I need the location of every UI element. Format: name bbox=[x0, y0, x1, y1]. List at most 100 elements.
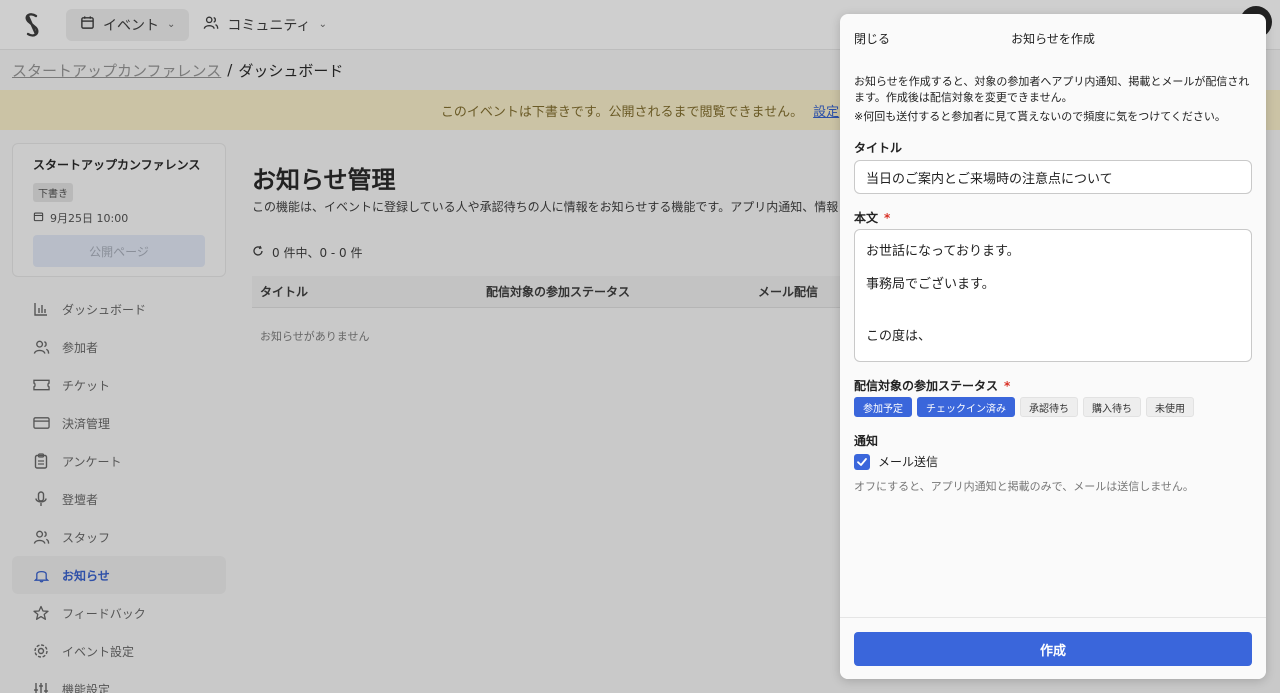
page-title: お知らせ管理 bbox=[252, 166, 396, 194]
sidebar: ダッシュボード 参加者 チケット 決済管理 アンケート 登壇者 スタッフ お知ら… bbox=[12, 290, 226, 693]
sidebar-item-label: 決済管理 bbox=[62, 416, 111, 431]
sidebar-item-feature-settings[interactable]: 機能設定 bbox=[12, 670, 226, 693]
body-label: 本文 * bbox=[854, 209, 890, 226]
sidebar-item-staff[interactable]: スタッフ bbox=[12, 518, 226, 556]
close-button[interactable]: 閉じる bbox=[854, 30, 890, 47]
microphone-icon bbox=[32, 490, 50, 508]
required-mark: * bbox=[884, 211, 891, 225]
email-hint: オフにすると、アプリ内通知と掲載のみで、メールは送信しません。 bbox=[854, 480, 1194, 493]
email-checkbox-label: メール送信 bbox=[878, 455, 939, 469]
status-label-text: 配信対象の参加ステータス bbox=[854, 379, 999, 393]
body-label-text: 本文 bbox=[854, 211, 879, 225]
nav-community[interactable]: コミュニティ ⌄ bbox=[189, 9, 341, 41]
breadcrumb-event-link[interactable]: スタートアップカンファレンス bbox=[12, 60, 221, 81]
gear-icon bbox=[32, 642, 50, 660]
event-date: 9月25日 10:00 bbox=[33, 210, 205, 226]
breadcrumb: スタートアップカンファレンス / ダッシュボード bbox=[12, 58, 343, 82]
check-icon bbox=[857, 457, 867, 466]
body-line: お世話になっております。 bbox=[866, 244, 1020, 259]
star-icon bbox=[32, 604, 50, 622]
nav-events-label: イベント bbox=[103, 17, 159, 34]
bell-icon bbox=[32, 566, 50, 584]
event-card: スタートアップカンファレンス 下書き 9月25日 10:00 公開ページ bbox=[12, 143, 226, 277]
status-label: 配信対象の参加ステータス * bbox=[854, 377, 1010, 394]
nav-events[interactable]: イベント ⌄ bbox=[66, 8, 190, 41]
sidebar-item-dashboard[interactable]: ダッシュボード bbox=[12, 290, 226, 328]
body-textarea[interactable]: お世話になっております。 事務局でございます。 この度は、 bbox=[854, 229, 1252, 362]
breadcrumb-current: ダッシュボード bbox=[238, 61, 344, 80]
status-option-checked-in[interactable]: チェックイン済み bbox=[917, 397, 1015, 417]
sidebar-item-label: お知らせ bbox=[62, 568, 110, 583]
body-line: この度は、 bbox=[866, 329, 932, 344]
title-label: タイトル bbox=[854, 139, 902, 156]
sidebar-item-survey[interactable]: アンケート bbox=[12, 442, 226, 480]
sidebar-item-payments[interactable]: 決済管理 bbox=[12, 404, 226, 442]
bar-chart-icon bbox=[32, 300, 50, 318]
sidebar-item-label: フィードバック bbox=[62, 606, 146, 621]
breadcrumb-separator: / bbox=[227, 61, 233, 79]
sidebar-item-tickets[interactable]: チケット bbox=[12, 366, 226, 404]
dialog-footer: 作成 bbox=[840, 617, 1266, 679]
status-badge: 下書き bbox=[33, 183, 73, 202]
sidebar-item-label: スタッフ bbox=[62, 530, 111, 545]
chevron-down-icon: ⌄ bbox=[167, 19, 176, 30]
title-input[interactable]: 当日のご案内とご来場時の注意点について bbox=[854, 160, 1252, 194]
sidebar-item-speakers[interactable]: 登壇者 bbox=[12, 480, 226, 518]
credit-card-icon bbox=[32, 414, 50, 432]
result-count-text: 0 件中、0 - 0 件 bbox=[272, 246, 363, 260]
users-icon bbox=[32, 338, 50, 356]
notify-label: 通知 bbox=[854, 432, 878, 449]
status-option-pending-approval[interactable]: 承認待ち bbox=[1020, 397, 1078, 417]
sliders-icon bbox=[32, 680, 50, 693]
public-page-button[interactable]: 公開ページ bbox=[33, 235, 205, 267]
nav-community-label: コミュニティ bbox=[227, 17, 311, 34]
column-header-title[interactable]: タイトル bbox=[260, 283, 308, 300]
event-date-text: 9月25日 10:00 bbox=[50, 212, 129, 225]
create-announcement-dialog: お知らせを作成 閉じる お知らせを作成すると、対象の参加者へアプリ内通知、掲載と… bbox=[840, 14, 1266, 679]
notify-label-text: 通知 bbox=[854, 434, 879, 448]
refresh-icon[interactable] bbox=[252, 245, 264, 260]
body-line bbox=[866, 306, 1240, 307]
sidebar-item-label: 登壇者 bbox=[62, 492, 99, 507]
sidebar-item-label: 参加者 bbox=[62, 340, 99, 355]
calendar-icon bbox=[80, 15, 95, 34]
title-label-text: タイトル bbox=[854, 141, 903, 155]
result-count: 0 件中、0 - 0 件 bbox=[252, 244, 363, 261]
title-input-value: 当日のご案内とご来場時の注意点について bbox=[866, 171, 1113, 187]
sidebar-item-label: チケット bbox=[62, 378, 111, 393]
status-option-unused[interactable]: 未使用 bbox=[1146, 397, 1194, 417]
chevron-down-icon: ⌄ bbox=[318, 19, 327, 30]
sidebar-item-announcements[interactable]: お知らせ bbox=[12, 556, 226, 594]
staff-icon bbox=[32, 528, 50, 546]
status-selector: 参加予定 チェックイン済み 承認待ち 購入待ち 未使用 bbox=[854, 397, 1194, 417]
settings-link[interactable]: 設定 bbox=[813, 101, 839, 120]
create-button[interactable]: 作成 bbox=[854, 632, 1252, 666]
empty-message: お知らせがありません bbox=[260, 330, 370, 343]
sidebar-item-participants[interactable]: 参加者 bbox=[12, 328, 226, 366]
status-option-pending-purchase[interactable]: 購入待ち bbox=[1083, 397, 1141, 417]
ticket-icon bbox=[32, 376, 50, 394]
clipboard-icon bbox=[32, 452, 50, 470]
dialog-title: お知らせを作成 bbox=[1011, 32, 1095, 46]
sidebar-item-label: ダッシュボード bbox=[62, 302, 147, 317]
column-header-status[interactable]: 配信対象の参加ステータス bbox=[486, 283, 630, 300]
page-description: この機能は、イベントに登録している人や承認待ちの人に情報をお知らせする機能です。… bbox=[252, 200, 839, 214]
status-option-attending[interactable]: 参加予定 bbox=[854, 397, 912, 417]
users-icon bbox=[203, 15, 219, 34]
email-checkbox-row[interactable]: メール送信 bbox=[854, 453, 938, 470]
required-mark: * bbox=[1004, 379, 1011, 393]
frequency-warning: ※何回も送付すると参加者に見て貰えないので頻度に気をつけてください。 bbox=[854, 110, 1226, 123]
sidebar-item-label: イベント設定 bbox=[62, 644, 135, 659]
logo-icon[interactable] bbox=[20, 11, 44, 39]
table-header: タイトル 配信対象の参加ステータス メール配信 bbox=[252, 276, 840, 308]
event-name: スタートアップカンファレンス bbox=[33, 158, 201, 172]
sidebar-item-label: アンケート bbox=[62, 454, 122, 469]
sidebar-item-feedback[interactable]: フィードバック bbox=[12, 594, 226, 632]
email-checkbox[interactable] bbox=[854, 453, 870, 470]
column-header-email[interactable]: メール配信 bbox=[758, 283, 818, 300]
body-line: 事務局でございます。 bbox=[866, 277, 995, 292]
sidebar-item-label: 機能設定 bbox=[62, 682, 111, 693]
notice-text: お知らせを作成すると、対象の参加者へアプリ内通知、掲載とメールが配信されます。作… bbox=[854, 75, 1250, 104]
dialog-notice: お知らせを作成すると、対象の参加者へアプリ内通知、掲載とメールが配信されます。作… bbox=[854, 74, 1254, 125]
sidebar-item-event-settings[interactable]: イベント設定 bbox=[12, 632, 226, 670]
